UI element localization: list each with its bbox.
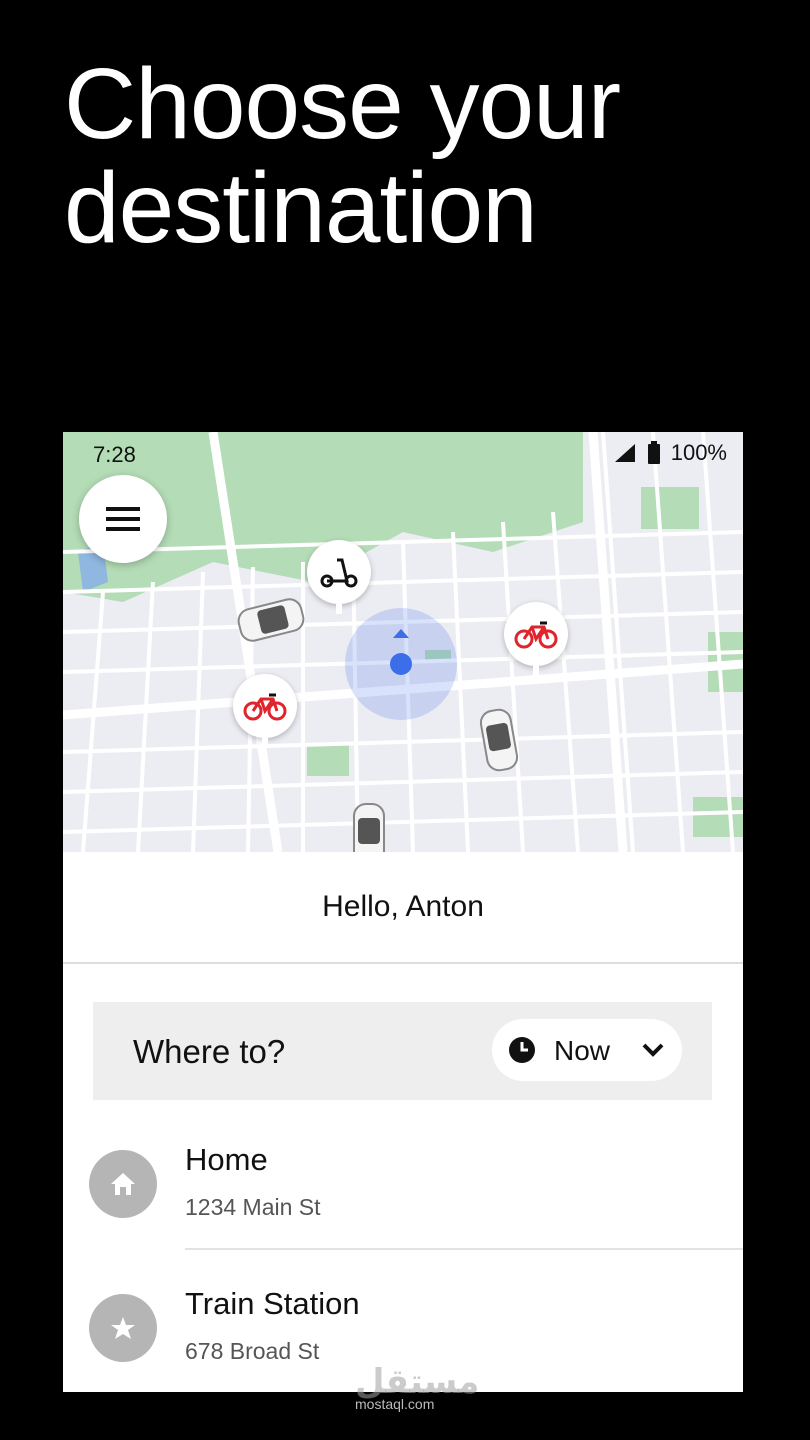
menu-button[interactable]	[79, 475, 167, 563]
bike-marker[interactable]	[233, 674, 297, 748]
scooter-icon	[320, 558, 358, 588]
car-icon	[353, 803, 385, 852]
star-icon	[89, 1294, 157, 1362]
chevron-down-icon	[642, 1043, 664, 1057]
headline: Choose your destination	[64, 48, 621, 264]
clock-icon	[509, 1037, 535, 1063]
watermark-latin: mostaql.com	[355, 1396, 435, 1412]
status-time: 7:28	[93, 442, 136, 467]
saved-place-home[interactable]: Home 1234 Main St	[63, 1124, 743, 1254]
battery-percent: 100%	[670, 440, 727, 465]
bike-icon	[514, 621, 558, 649]
saved-place-address: 1234 Main St	[185, 1194, 321, 1220]
status-bar: 7:28 100%	[63, 432, 743, 476]
headline-line-2: destination	[64, 152, 538, 264]
greeting: Hello, Anton	[63, 852, 743, 964]
headline-line-1: Choose your	[64, 48, 621, 160]
signal-icon	[614, 444, 635, 462]
where-to-label: Where to?	[133, 1033, 286, 1070]
phone-screen: 7:28 100% Hello, Anton Where to? Now Hom…	[63, 432, 743, 1392]
hamburger-menu-icon	[106, 507, 140, 531]
scooter-marker[interactable]	[307, 540, 371, 614]
list-divider	[185, 1248, 743, 1250]
saved-place-name: Home	[185, 1142, 268, 1177]
schedule-time-label: Now	[554, 1035, 611, 1066]
schedule-time-button[interactable]: Now	[492, 1019, 682, 1081]
where-to-search[interactable]: Where to? Now	[93, 1002, 712, 1100]
bike-marker[interactable]	[504, 602, 568, 676]
map[interactable]	[63, 432, 743, 852]
home-icon	[89, 1150, 157, 1218]
saved-place-address: 678 Broad St	[185, 1338, 320, 1364]
greeting-text: Hello, Anton	[322, 890, 484, 923]
battery-icon	[647, 441, 660, 464]
bike-icon	[243, 693, 287, 721]
saved-place-name: Train Station	[185, 1286, 360, 1321]
